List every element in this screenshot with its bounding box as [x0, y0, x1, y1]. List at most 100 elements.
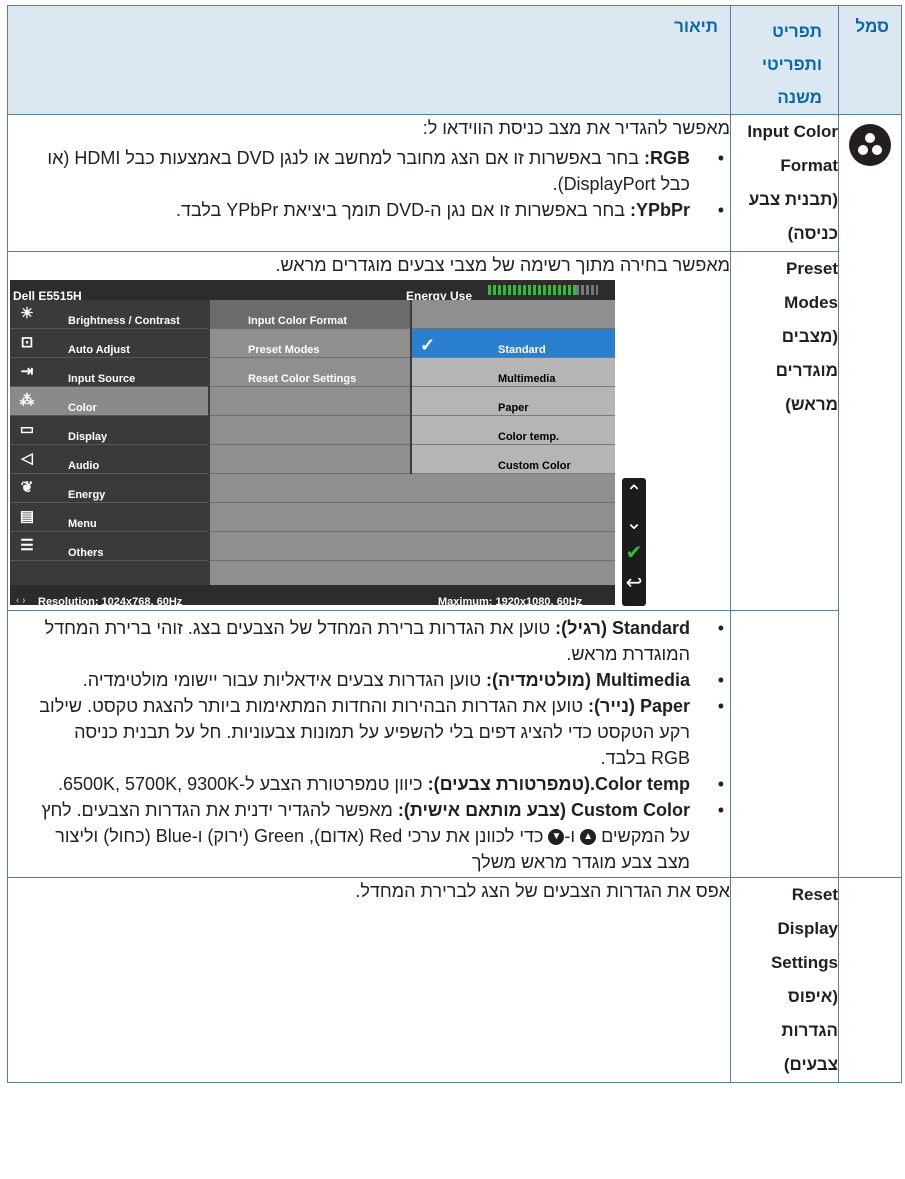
bullet-term: Paper (נייר):: [587, 696, 690, 716]
osd-blank: [412, 300, 615, 329]
header-description: תיאור: [674, 17, 718, 36]
osd-blank: [210, 503, 615, 532]
osd-menu-item: ⇥ Input Source: [10, 358, 208, 387]
header-menu: תפריט ותפריטי משנה: [731, 6, 838, 114]
osd-menu-item: ☀ Brightness / Contrast: [10, 300, 208, 329]
menu-preset-modes: Preset Modes (מצבים מוגדרים מראש): [730, 251, 839, 611]
bullet-term: Multimedia (מולטימדיה):: [485, 670, 690, 690]
osd-menu-item: ▤ Menu: [10, 503, 208, 532]
list-item: Paper (נייר): טוען את הגדרות הבהירות והח…: [8, 693, 730, 771]
bullet-text: ו-: [564, 826, 581, 846]
osd-menu-item: ⁂ Color: [10, 387, 208, 416]
bullet-text: בחר באפשרות זו אם נגן ה-DVD תומך ביציאת …: [175, 200, 630, 220]
list-item: Custom Color (צבע מותאם אישית): מאפשר לה…: [8, 797, 730, 875]
check-icon: ✔: [625, 542, 643, 564]
desc-preset-modes: מאפשר בחירה מתוך רשימה של מצבי צבעים מוג…: [7, 251, 731, 611]
osd-menu-item: ❦ Energy: [10, 474, 208, 503]
menu-label: Preset Modes: [784, 259, 838, 312]
osd-submenu-item: Reset Color Settings: [210, 358, 410, 387]
osd-menu-item: ◁ Audio: [10, 445, 208, 474]
osd-buttons: ⌃ ⌄ ✔ ↩: [622, 478, 646, 606]
bullet-list: Standard (רגיל): טוען את הגדרות ברירת המ…: [8, 615, 730, 875]
menu-label: Input Color Format: [747, 122, 838, 175]
sliders-icon: ☰: [20, 537, 34, 554]
osd-menu-item: ☰ Others: [10, 532, 208, 561]
osd-title-bar: Dell E5515H Energy Use: [10, 280, 615, 303]
list-item: Standard (רגיל): טוען את הגדרות ברירת המ…: [8, 615, 730, 667]
bullet-text: בחר באפשרות זו אם הצג מחובר למחשב או לנג…: [47, 148, 690, 194]
menu-suffix: (איפוס הגדרות צבעים): [781, 987, 838, 1074]
osd-option-item: Multimedia: [412, 358, 615, 387]
desc-reset-display: אפס את הגדרות הצבעים של הצג לברירת המחדל…: [7, 877, 731, 1083]
header-symbol: סמל: [855, 17, 889, 36]
list-item: Multimedia (מולטימדיה): טוען הגדרות צבעי…: [8, 667, 730, 693]
osd-submenu-item: Preset Modes: [210, 329, 410, 358]
osd-submenu-blank: [210, 387, 410, 416]
menu-suffix: (תבנית צבע כניסה): [748, 190, 838, 243]
list-item: RGB: בחר באפשרות זו אם הצג מחובר למחשב א…: [8, 145, 730, 197]
menu-label: Reset Display Settings: [770, 885, 838, 972]
menu-preset-modes-cont: [730, 610, 839, 878]
osd-menu-label: Others: [68, 547, 104, 559]
header-symbol-cell: סמל: [838, 5, 902, 115]
bullet-term: RGB:: [644, 148, 690, 168]
osd-option-item: Paper: [412, 387, 615, 416]
desc-intro: מאפשר להגדיר את מצב כניסת הווידאו ל:: [422, 118, 730, 138]
osd-option-item: ✓ Standard: [412, 329, 615, 358]
header-description-cell: תיאור: [7, 5, 731, 115]
color-icon: [849, 124, 891, 166]
osd-screenshot: Dell E5515H Energy Use ☀ Brightness / Con…: [10, 280, 646, 610]
osd-option-item: Custom Color: [412, 445, 615, 474]
up-button-icon: ▲: [580, 829, 597, 846]
desc-intro: מאפשר בחירה מתוך רשימה של מצבי צבעים מוג…: [275, 255, 730, 275]
arrows-icon: ‹ ›: [16, 595, 26, 606]
osd-resolution: Resolution: 1024x768, 60Hz: [38, 596, 183, 608]
osd-submenu-blank: [210, 416, 410, 445]
bullet-text: כיוון טמפרטורת הצבע ל-6500K, 5700K, 9300…: [57, 774, 428, 794]
osd-blank: [210, 561, 615, 586]
input-source-icon: ⇥: [20, 363, 34, 380]
display-icon: ▭: [19, 421, 35, 438]
symbol-cell: [838, 114, 902, 878]
list-item: Color temp.(טמפרטורת צבעים): כיוון טמפרט…: [8, 771, 730, 797]
symbol-cell-empty: [838, 877, 902, 1083]
bullet-term: Standard (רגיל):: [555, 618, 690, 638]
header-menu-title: תפריט: [772, 22, 822, 41]
bullet-term: YPbPr:: [629, 200, 690, 220]
osd-option-item: Color temp.: [412, 416, 615, 445]
osd-submenu-blank: [210, 445, 410, 474]
up-arrow-icon: ⌃: [625, 482, 643, 504]
desc-preset-modes-options: Standard (רגיל): טוען את הגדרות ברירת המ…: [7, 610, 731, 878]
osd-submenu-item: Input Color Format: [210, 300, 410, 329]
osd-blank: [210, 532, 615, 561]
down-button-icon: ▼: [548, 829, 565, 846]
desc-input-color-format: מאפשר להגדיר את מצב כניסת הווידאו ל: RGB…: [7, 114, 731, 252]
auto-adjust-icon: ⊡: [20, 334, 34, 351]
menu-icon: ▤: [19, 508, 35, 525]
header-menu-cell: תפריט ותפריטי משנה: [730, 5, 839, 115]
menu-suffix: (מצבים מוגדרים מראש): [775, 327, 838, 414]
bullet-term: Custom Color (צבע מותאם אישית):: [397, 800, 690, 820]
bullet-text: טוען הגדרות צבעים אידאליות עבור יישומי מ…: [82, 670, 486, 690]
osd-maximum: Maximum: 1920x1080, 60Hz: [438, 596, 583, 608]
bullet-list: RGB: בחר באפשרות זו אם הצג מחובר למחשב א…: [8, 145, 730, 223]
osd-menu-item: ▭ Display: [10, 416, 208, 445]
leaf-icon: ❦: [20, 479, 34, 496]
desc-text: אפס את הגדרות הצבעים של הצג לברירת המחדל…: [355, 881, 730, 901]
osd-footer: ‹ › Resolution: 1024x768, 60Hz Maximum: …: [10, 585, 615, 608]
osd-menu-item: ⊡ Auto Adjust: [10, 329, 208, 358]
back-icon: ↩: [625, 572, 643, 594]
menu-input-color-format: Input Color Format (תבנית צבע כניסה): [730, 114, 839, 252]
down-arrow-icon: ⌄: [625, 512, 643, 534]
check-icon: ✓: [420, 335, 436, 355]
bullet-term: Color temp.(טמפרטורת צבעים):: [427, 774, 690, 794]
speaker-icon: ◁: [21, 450, 33, 467]
osd-blank: [210, 474, 615, 503]
sun-icon: ☀: [20, 305, 34, 322]
energy-meter: [488, 285, 598, 295]
color-dots-icon: ⁂: [19, 392, 35, 409]
list-item: YPbPr: בחר באפשרות זו אם נגן ה-DVD תומך …: [8, 197, 730, 223]
header-submenu-title: ותפריטי משנה: [761, 55, 822, 107]
menu-reset-display: Reset Display Settings (איפוס הגדרות צבע…: [730, 877, 839, 1083]
osd-panel: Dell E5515H Energy Use ☀ Brightness / Con…: [10, 280, 615, 608]
